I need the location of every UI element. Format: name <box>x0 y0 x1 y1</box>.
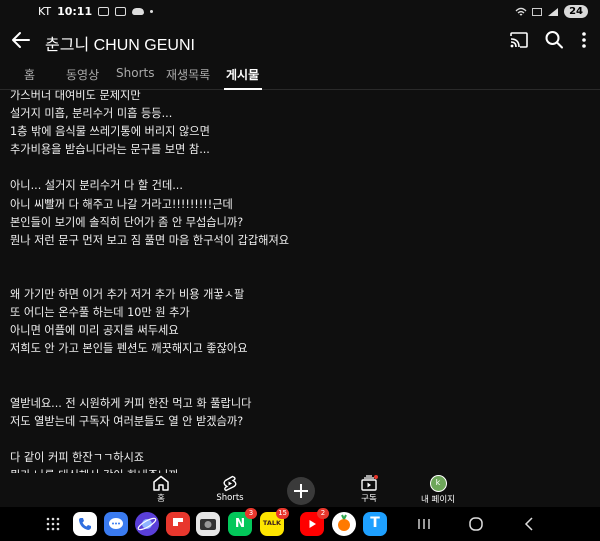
post-line: 아니 씨빨꺼 다 해주고 나갈 거라고!!!!!!!!!근데 <box>10 197 233 211</box>
tab-home[interactable]: 홈 <box>24 66 35 83</box>
internet-app-icon[interactable] <box>135 512 159 536</box>
app-drawer-icon[interactable] <box>46 517 60 531</box>
kakaotalk-label: TALK <box>262 519 282 527</box>
nav-subscriptions-label: 구독 <box>361 494 377 504</box>
nav-subscriptions[interactable]: 구독 <box>339 473 399 504</box>
screen-record-icon <box>98 7 110 16</box>
post-line <box>10 268 289 286</box>
volte-icon <box>532 7 543 16</box>
status-bar: KT 10:11 24 <box>0 0 600 24</box>
tab-playlists[interactable]: 재생목록 <box>166 66 210 83</box>
notification-dot-icon <box>150 10 154 13</box>
post-line <box>10 159 289 177</box>
planet-icon <box>137 517 157 531</box>
post-line: 추가비용을 받습니다라는 문구를 보면 참... <box>10 143 210 157</box>
nav-home[interactable]: 홈 <box>131 473 191 504</box>
community-post[interactable]: 가스버너 대여비도 문제지만설거지 미흡, 분리수거 미흡 등등... 1층 밖에… <box>0 90 600 473</box>
wifi-icon <box>515 7 527 15</box>
post-line <box>10 250 289 268</box>
subscriptions-icon <box>361 475 378 491</box>
tab-shorts[interactable]: Shorts <box>116 66 154 80</box>
avatar: k <box>429 475 447 492</box>
tab-videos[interactable]: 동영상 <box>66 66 99 83</box>
nav-shorts[interactable]: Shorts <box>200 473 260 503</box>
post-line: 또 어디는 온수풀 하는데 10만 원 추가 <box>10 306 190 320</box>
kakaotalk-notification-badge: 15 <box>276 508 289 519</box>
kakaotalk-app-icon[interactable]: TALK 15 <box>260 508 289 536</box>
naver-notification-badge: 3 <box>245 508 257 519</box>
home-icon <box>153 475 169 491</box>
carrier-label: KT <box>38 5 52 18</box>
post-line: 아니... 설거지 분리수거 다 할 건데... <box>10 179 183 193</box>
flipboard-icon <box>173 518 183 526</box>
plus-icon <box>294 484 308 498</box>
post-line: 저희도 안 가고 본인들 펜션도 깨끗해지고 좋잖아요 <box>10 342 248 356</box>
post-line: 본인들이 보기에 솔직히 단어가 좀 안 무섭습니까? <box>10 215 244 229</box>
back-arrow-icon[interactable] <box>10 28 32 52</box>
post-line: 아니면 어플에 미리 공지를 써두세요 <box>10 324 179 338</box>
t-label: T <box>370 515 380 531</box>
phone-app-icon[interactable] <box>73 512 97 536</box>
camera-icon <box>200 519 216 530</box>
post-line: 열받네요... 전 시원하게 커피 한잔 먹고 화 풀랍니다 <box>10 396 252 410</box>
post-line: 뭔나 저런 문구 먼저 보고 짐 풀면 마음 한구석이 갑갑해져요 <box>10 233 290 247</box>
home-button-icon[interactable] <box>468 516 484 532</box>
clock: 10:11 <box>57 5 93 18</box>
t-app-icon[interactable]: T <box>363 512 387 536</box>
system-dock: N 3 TALK 15 2 T <box>0 507 600 541</box>
post-line: 설거지 미흡, 분리수거 미흡 등등... <box>10 107 173 121</box>
search-icon[interactable] <box>544 29 564 51</box>
channel-tabs: 홈 동영상 Shorts 재생목록 게시물 <box>0 60 600 90</box>
signal-icon <box>548 7 559 16</box>
post-line: 다 같이 커피 한잔ㄱㄱ하시죠 <box>10 450 145 464</box>
app-bar: 춘그니 CHUN GEUNI <box>0 24 600 60</box>
post-line <box>10 431 289 449</box>
shorts-icon <box>223 475 237 492</box>
nav-home-label: 홈 <box>157 494 165 504</box>
messages-app-icon[interactable] <box>104 512 128 536</box>
cloud-icon <box>132 8 145 15</box>
create-button[interactable] <box>287 477 315 505</box>
back-button-icon[interactable] <box>522 516 538 532</box>
nav-shorts-label: Shorts <box>216 493 244 503</box>
status-right: 24 <box>515 5 588 18</box>
carrot-icon <box>338 514 350 531</box>
battery-indicator: 24 <box>564 5 588 18</box>
nav-my-page[interactable]: k 내 페이지 <box>408 473 468 505</box>
post-line: 1층 밖에 음식물 쓰레기통에 버리지 않으면 <box>10 125 210 139</box>
youtube-notification-badge: 2 <box>317 508 329 519</box>
status-left: KT 10:11 <box>38 5 154 18</box>
naver-app-icon[interactable]: N 3 <box>228 508 257 536</box>
camera-app-icon[interactable] <box>196 512 220 536</box>
more-options-icon[interactable] <box>576 30 592 50</box>
post-line: 저도 열받는데 구독자 여러분들도 열 안 받겠슴까? <box>10 414 244 428</box>
nav-my-page-label: 내 페이지 <box>421 495 455 505</box>
post-line <box>10 358 289 376</box>
message-icon <box>109 518 123 529</box>
tab-posts[interactable]: 게시물 <box>226 66 259 83</box>
bottom-navigation: 홈 Shorts 구독 k 내 페이지 <box>0 473 600 507</box>
youtube-app-icon[interactable]: 2 <box>300 508 329 536</box>
post-line <box>10 377 289 395</box>
recent-apps-icon[interactable] <box>416 516 432 532</box>
kt-app-icon <box>115 7 127 16</box>
phone-icon <box>79 518 91 530</box>
post-line: 왜 가기만 하면 이거 추가 저거 추가 비용 개꿓ㅅ팔 <box>10 288 245 302</box>
channel-title: 춘그니 CHUN GEUNI <box>45 37 195 54</box>
post-line: 가스버너 대여비도 문제지만 <box>10 90 141 102</box>
cast-icon[interactable] <box>509 30 529 50</box>
post-body: 가스버너 대여비도 문제지만설거지 미흡, 분리수거 미흡 등등... 1층 밖에… <box>10 90 289 473</box>
flipboard-app-icon[interactable] <box>166 512 190 536</box>
orange-app-icon[interactable] <box>332 512 356 536</box>
